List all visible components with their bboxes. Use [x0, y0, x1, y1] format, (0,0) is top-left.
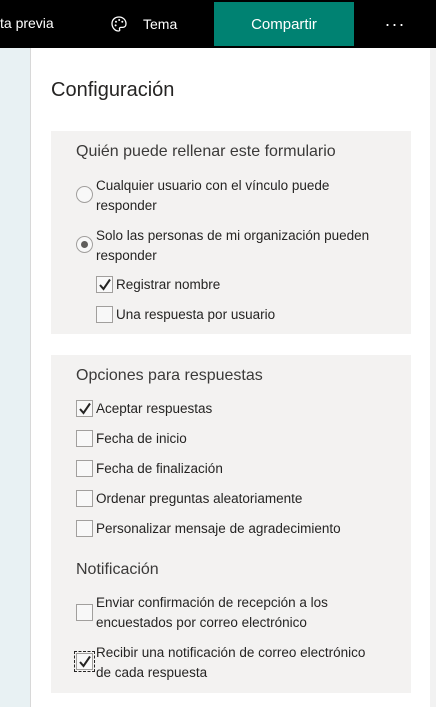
response-options-section: Opciones para respuestas Aceptar respues…: [51, 355, 411, 693]
checkbox-label: Personalizar mensaje de agradecimiento: [96, 521, 341, 536]
checkbox[interactable]: [76, 400, 93, 417]
checkbox[interactable]: [76, 490, 93, 507]
checkbox-label: de cada respuesta: [96, 665, 208, 680]
checkbox-record-name[interactable]: Registrar nombre: [51, 275, 411, 295]
checkbox-label: Fecha de finalización: [96, 461, 223, 476]
checkbox-label: Enviar confirmación de recepción a los: [96, 595, 328, 610]
top-bar: ta previa Tema Compartir ···: [0, 0, 436, 48]
notification-title: Notificación: [76, 561, 159, 578]
preview-button[interactable]: ta previa: [0, 15, 54, 31]
checkbox[interactable]: [76, 520, 93, 537]
checkbox[interactable]: [76, 604, 93, 621]
checkbox-shuffle-questions[interactable]: Ordenar preguntas aleatoriamente: [51, 489, 411, 509]
section-title: Quién puede rellenar este formulario: [76, 143, 336, 160]
scrollbar-track[interactable]: [430, 48, 436, 707]
who-can-fill-section: Quién puede rellenar este formulario Cua…: [51, 131, 411, 334]
checkbox[interactable]: [96, 276, 113, 293]
checkbox[interactable]: [74, 651, 95, 672]
radio-organization-only[interactable]: Solo las personas de mi organización pue…: [51, 226, 411, 266]
checkbox[interactable]: [76, 460, 93, 477]
checkbox-end-date[interactable]: Fecha de finalización: [51, 459, 411, 479]
checkbox-label: Recibir una notificación de correo elect…: [96, 645, 366, 660]
share-button[interactable]: Compartir: [214, 2, 354, 46]
theme-button[interactable]: Tema: [110, 13, 177, 35]
checkbox-send-receipt[interactable]: Enviar confirmación de recepción a los e…: [51, 593, 411, 633]
theme-label: Tema: [143, 16, 178, 32]
radio-label: Solo las personas de mi organización pue…: [96, 228, 370, 243]
palette-icon: [111, 16, 127, 32]
radio-label: responder: [96, 248, 157, 263]
form-canvas-edge: [0, 48, 31, 707]
checkbox-label: Fecha de inicio: [96, 431, 187, 446]
radio-anyone-with-link[interactable]: Cualquier usuario con el vínculo puede r…: [51, 176, 411, 216]
checkmark-icon: [99, 278, 111, 291]
section-title: Opciones para respuestas: [76, 367, 263, 384]
checkbox[interactable]: [96, 306, 113, 323]
checkbox-label: Aceptar respuestas: [96, 401, 213, 416]
checkbox-accept-responses[interactable]: Aceptar respuestas: [51, 399, 411, 419]
checkbox-custom-thank-you[interactable]: Personalizar mensaje de agradecimiento: [51, 519, 411, 539]
checkmark-icon: [79, 402, 91, 415]
checkbox-label: Una respuesta por usuario: [116, 307, 276, 322]
panel-title: Configuración: [51, 79, 175, 101]
radio-button[interactable]: [76, 186, 93, 203]
radio-button[interactable]: [76, 236, 93, 253]
settings-panel: Configuración Quién puede rellenar este …: [31, 48, 430, 707]
radio-label: responder: [96, 198, 157, 213]
checkmark-icon: [79, 655, 91, 668]
radio-label: Cualquier usuario con el vínculo puede: [96, 178, 330, 193]
checkbox-email-notification[interactable]: Recibir una notificación de correo elect…: [51, 643, 411, 683]
checkbox[interactable]: [76, 430, 93, 447]
checkbox-start-date[interactable]: Fecha de inicio: [51, 429, 411, 449]
more-options-button[interactable]: ···: [380, 10, 410, 38]
checkbox-label: Registrar nombre: [116, 277, 221, 292]
checkbox-one-response[interactable]: Una respuesta por usuario: [51, 305, 411, 325]
checkbox-label: Ordenar preguntas aleatoriamente: [96, 491, 303, 506]
checkbox-label: encuestados por correo electrónico: [96, 615, 307, 630]
